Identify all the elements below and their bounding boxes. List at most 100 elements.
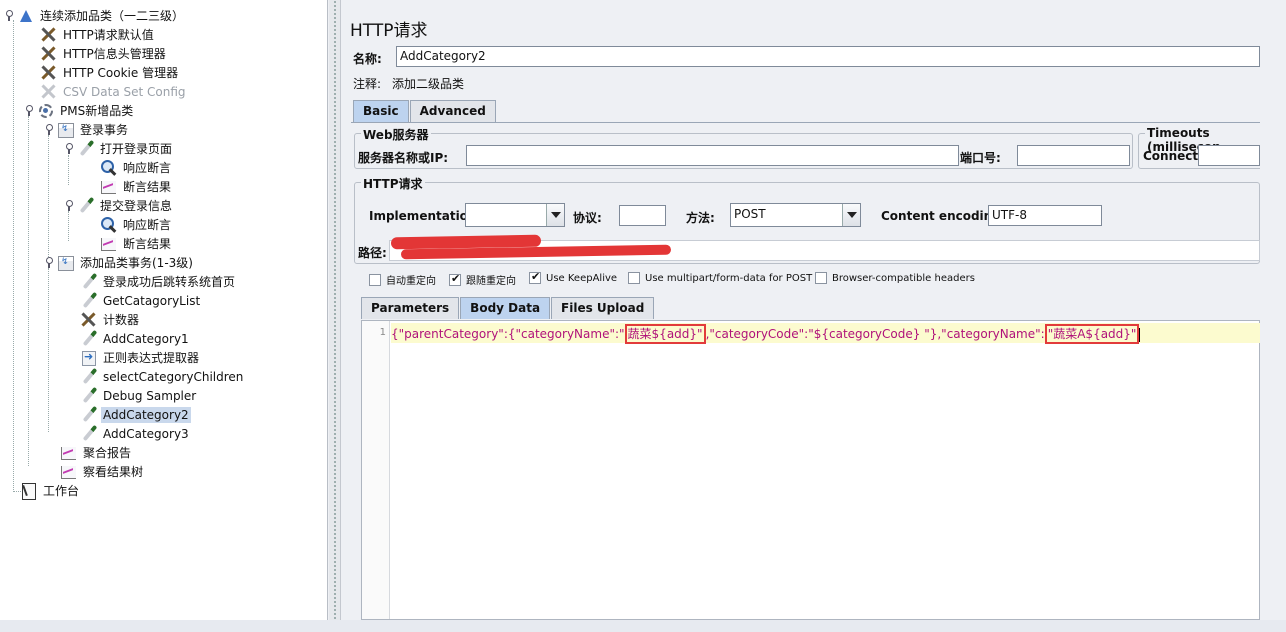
tree-node-label: 响应断言	[123, 218, 172, 232]
transaction-icon	[57, 254, 74, 271]
tree-node-label: 响应断言	[123, 161, 172, 175]
connect-timeout-input[interactable]	[1198, 145, 1260, 166]
graph-icon	[100, 178, 117, 195]
checkbox-box[interactable]	[628, 272, 640, 284]
tree-node-label: Debug Sampler	[103, 388, 197, 403]
sampler-icon	[77, 197, 94, 214]
body-data-editor[interactable]: 1 {"parentCategory":{"categoryName":" 蔬菜$…	[361, 320, 1260, 620]
tree-node-submit-login[interactable]: 提交登录信息	[63, 196, 174, 215]
tree-node-aggregate-report[interactable]: 聚合报告	[60, 443, 133, 462]
tree-node-regex-extractor[interactable]: 正则表达式提取器	[80, 348, 201, 367]
tree-node-thread-group[interactable]: PMS新增品类	[23, 101, 135, 120]
tree-node-response-assertion[interactable]: 响应断言	[100, 158, 173, 177]
wrench-icon	[40, 64, 57, 81]
tab-parameters[interactable]: Parameters	[361, 297, 460, 319]
checkbox-box[interactable]	[369, 273, 381, 286]
comment-field[interactable]: 添加二级品类	[392, 75, 464, 92]
body-tabs: Parameters Body Data Files Upload	[361, 297, 655, 319]
tree-connector	[48, 268, 49, 432]
tree-node-label: 连续添加品类（一二三级）	[40, 9, 185, 23]
expand-toggle-icon[interactable]	[43, 124, 54, 135]
body-code-line[interactable]: {"parentCategory":{"categoryName":" 蔬菜${a…	[391, 324, 1141, 344]
tree-node-label: PMS新增品类	[60, 104, 134, 118]
encoding-input[interactable]: UTF-8	[988, 205, 1102, 226]
http-request-legend: HTTP请求	[361, 175, 425, 192]
checkbox-box[interactable]	[529, 270, 541, 284]
protocol-input[interactable]	[619, 205, 666, 226]
expand-toggle-icon[interactable]	[43, 257, 54, 268]
expand-toggle-icon[interactable]	[3, 10, 14, 21]
tree-node-label: 登录成功后跳转系统首页	[103, 275, 236, 289]
tree-node-cookie-manager[interactable]: HTTP Cookie 管理器	[40, 63, 180, 82]
extractor-icon	[80, 349, 97, 366]
tree-node-add-category-1[interactable]: AddCategory1	[80, 329, 191, 348]
tree-node-label: 断言结果	[123, 180, 172, 194]
tree-node-label: selectCategoryChildren	[103, 369, 244, 384]
tree-node-home-redirect[interactable]: 登录成功后跳转系统首页	[80, 272, 237, 291]
implementation-select[interactable]	[465, 203, 565, 227]
sampler-icon	[80, 330, 97, 347]
tree-node-header-manager[interactable]: HTTP信息头管理器	[40, 44, 168, 63]
tab-body-data[interactable]: Body Data	[460, 297, 551, 319]
tree-node-debug-sampler[interactable]: Debug Sampler	[80, 386, 198, 405]
tree-node-open-login-page[interactable]: 打开登录页面	[63, 139, 174, 158]
tab-files-upload[interactable]: Files Upload	[551, 297, 655, 319]
name-field[interactable]: AddCategory2	[396, 46, 1260, 67]
sampler-icon	[80, 425, 97, 442]
multipart-checkbox[interactable]: Use multipart/form-data for POST	[628, 272, 812, 284]
comment-label: 注释:	[353, 77, 382, 91]
keepalive-checkbox[interactable]: Use KeepAlive	[529, 270, 617, 284]
tree-node-assertion-results[interactable]: 断言结果	[100, 234, 173, 253]
magnifier-icon	[100, 216, 117, 233]
tree-node-csv-data-set[interactable]: CSV Data Set Config	[40, 82, 188, 101]
checkbox-box[interactable]	[815, 272, 827, 284]
expand-toggle-icon[interactable]	[63, 200, 74, 211]
tree-node-label: HTTP Cookie 管理器	[63, 66, 179, 80]
tree-node-get-category-list[interactable]: GetCatagoryList	[80, 291, 202, 310]
expand-toggle-icon[interactable]	[63, 143, 74, 154]
tree-node-label: 断言结果	[123, 237, 172, 251]
tree-node-counter[interactable]: 计数器	[80, 310, 141, 329]
test-plan-tree[interactable]: 连续添加品类（一二三级） HTTP请求默认值 HTTP信息头管理器 HTTP C…	[0, 0, 328, 620]
checkbox-label: 自动重定向	[386, 276, 436, 287]
tree-node-add-category-2[interactable]: AddCategory2	[80, 405, 191, 424]
auto-redirect-checkbox[interactable]: 自动重定向	[369, 272, 436, 287]
expand-toggle-icon[interactable]	[23, 105, 34, 116]
tree-node-label: 察看结果树	[83, 465, 144, 479]
tree-node-label: 聚合报告	[83, 446, 132, 460]
tree-node-label: CSV Data Set Config	[63, 84, 186, 99]
tree-connector	[28, 116, 29, 466]
chevron-down-icon[interactable]	[842, 204, 860, 226]
tree-node-select-category-children[interactable]: selectCategoryChildren	[80, 367, 245, 386]
tab-basic[interactable]: Basic	[353, 100, 409, 122]
tree-node-response-assertion[interactable]: 响应断言	[100, 215, 173, 234]
pane-splitter[interactable]	[329, 0, 341, 620]
browser-headers-checkbox[interactable]: Browser-compatible headers	[815, 272, 975, 284]
server-input[interactable]	[466, 145, 959, 166]
tree-node-add-category-transaction[interactable]: 添加品类事务(1-3级)	[43, 253, 195, 272]
tree-node-results-tree[interactable]: 察看结果树	[60, 462, 145, 481]
method-select[interactable]: POST	[730, 203, 861, 227]
chevron-down-icon[interactable]	[546, 204, 564, 226]
port-input[interactable]	[1017, 145, 1130, 166]
line-number: 1	[379, 327, 386, 338]
tree-node-add-category-3[interactable]: AddCategory3	[80, 424, 191, 443]
tab-advanced[interactable]: Advanced	[409, 100, 496, 122]
tree-node-label: 添加品类事务(1-3级)	[80, 256, 193, 270]
checkbox-box[interactable]	[449, 272, 461, 286]
wrench-icon	[40, 26, 57, 43]
tree-node-http-defaults[interactable]: HTTP请求默认值	[40, 25, 156, 44]
tree-node-test-plan[interactable]: 连续添加品类（一二三级）	[3, 6, 186, 25]
tree-node-label: AddCategory1	[103, 331, 189, 346]
tree-node-label: 工作台	[43, 484, 80, 498]
tree-node-assertion-results[interactable]: 断言结果	[100, 177, 173, 196]
gear-icon	[37, 102, 54, 119]
graph-icon	[60, 463, 77, 480]
tree-node-workbench[interactable]: 工作台	[20, 481, 81, 500]
tree-connector	[13, 20, 14, 492]
tree-node-login-transaction[interactable]: 登录事务	[43, 120, 130, 139]
highlight-box-first-name: 蔬菜${add}"	[624, 324, 706, 344]
follow-redirects-checkbox[interactable]: 跟随重定向	[449, 272, 516, 287]
tree-node-label: HTTP请求默认值	[63, 28, 154, 42]
connect-label: Connect:	[1143, 149, 1203, 163]
